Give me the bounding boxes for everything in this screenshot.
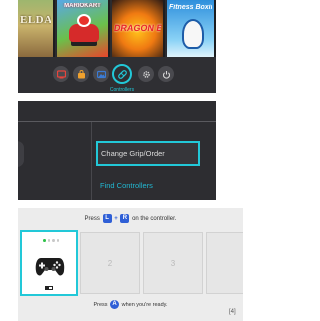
selected-button-label: Controllers — [109, 87, 135, 93]
shop-icon — [77, 69, 85, 78]
home-menu-screenshot: ELDA MARIOKART DRAGON BALL Fitness Boxin… — [18, 0, 216, 93]
game-title: MARIOKART — [64, 3, 101, 9]
ready-instruction: Press A when you're ready. — [18, 300, 243, 309]
plus-sign: + — [114, 216, 118, 223]
change-grip-order-option[interactable]: Change Grip/Order — [96, 141, 200, 166]
footnote-reference: [4] — [229, 309, 236, 315]
power-button[interactable] — [158, 66, 174, 82]
ready-prefix: Press — [93, 301, 108, 308]
controllers-menu-screenshot: Change Grip/Order Find Controllers — [18, 101, 216, 200]
eshop-button[interactable] — [73, 66, 89, 82]
gear-icon — [142, 70, 150, 78]
battery-icon — [45, 286, 53, 290]
home-button-bar: Controllers — [18, 57, 216, 93]
column-divider — [91, 122, 92, 200]
album-icon — [96, 70, 106, 78]
l-button-icon: L — [102, 214, 112, 223]
game-tile-fitness-boxing[interactable]: Fitness Boxing — [167, 0, 216, 57]
game-title: Fitness Boxing — [169, 4, 212, 11]
instruction-suffix: on the controller. — [132, 216, 177, 223]
game-title: ELDA — [20, 14, 51, 26]
game-tile-dragonball[interactable]: DRAGON BALL — [112, 0, 165, 57]
game-title: DRAGON BALL — [113, 23, 162, 33]
instruction-prefix: Press — [84, 216, 100, 223]
player-slot-2[interactable]: 2 — [80, 232, 140, 294]
pro-controller-icon — [35, 258, 65, 276]
game-tile-mariokart[interactable]: MARIOKART — [57, 0, 110, 57]
ready-suffix: when you're ready. — [121, 301, 168, 308]
news-icon — [56, 69, 66, 78]
player-slot-1[interactable] — [20, 230, 78, 296]
a-button-icon: A — [110, 300, 120, 309]
r-button-icon: R — [120, 214, 130, 223]
album-button[interactable] — [93, 66, 109, 82]
player-slot-4[interactable] — [206, 232, 243, 294]
game-tile-zelda[interactable]: ELDA — [18, 0, 55, 57]
controller-icon — [117, 69, 127, 79]
find-controllers-option[interactable]: Find Controllers — [100, 181, 200, 193]
controllers-button[interactable] — [112, 64, 132, 84]
settings-button[interactable] — [138, 66, 154, 82]
player-indicator-lights — [43, 239, 59, 242]
news-button[interactable] — [53, 66, 69, 82]
player-slot-3[interactable]: 3 — [143, 232, 203, 294]
pairing-instruction: Press L + R on the controller. — [18, 214, 243, 223]
kart-driver-art — [77, 14, 91, 27]
power-icon — [162, 70, 170, 79]
scroll-knob — [18, 141, 24, 167]
header-divider — [18, 121, 216, 122]
pairing-screen-screenshot: Press L + R on the controller. 2 3 Press… — [18, 208, 243, 321]
fitness-character-art — [182, 19, 204, 49]
